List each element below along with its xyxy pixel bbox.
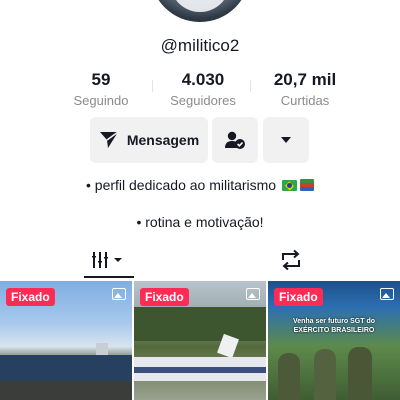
- stat-following-label: Seguindo: [73, 93, 129, 108]
- video-thumbnail[interactable]: Fixado Venha ser futuro SGT do EXÉRCITO …: [268, 281, 400, 400]
- repost-icon: [282, 249, 300, 271]
- bio-line: • rotina e motivação!: [136, 214, 264, 230]
- grid-bars-icon: [92, 252, 122, 268]
- stat-following-value: 59: [91, 70, 111, 89]
- stat-divider: [250, 80, 251, 92]
- video-grid: Fixado Fixado Fixado Venha ser futuro SG…: [0, 281, 400, 400]
- following-button[interactable]: [212, 117, 258, 163]
- video-caption: Venha ser futuro SGT do EXÉRCITO BRASILE…: [292, 318, 376, 334]
- user-check-icon: [225, 131, 245, 149]
- pinned-badge: Fixado: [6, 288, 55, 306]
- stat-divider: [152, 80, 153, 92]
- bio-line: • perfil dedicado ao militarismo: [0, 177, 400, 193]
- books-icon: [299, 179, 314, 191]
- stat-likes-label: Curtidas: [280, 93, 330, 108]
- more-options-button[interactable]: [263, 117, 309, 163]
- bio-line-text: • perfil dedicado ao militarismo: [86, 177, 277, 193]
- pinned-badge: Fixado: [274, 288, 323, 306]
- tab-reposts[interactable]: [266, 242, 316, 278]
- stat-likes-value: 20,7 mil: [273, 70, 337, 89]
- video-thumbnail[interactable]: Fixado: [0, 281, 132, 400]
- stat-followers-value: 4.030: [181, 70, 225, 89]
- photo-icon: [246, 288, 260, 300]
- active-tab-indicator: [84, 276, 134, 278]
- stats-row: 59 Seguindo 4.030 Seguidores 20,7 mil Cu…: [58, 70, 348, 110]
- username: @militico2: [160, 36, 240, 55]
- stat-following[interactable]: 59 Seguindo: [58, 70, 144, 110]
- brazil-flag-icon: [281, 180, 297, 191]
- tab-videos[interactable]: [84, 242, 134, 278]
- photo-icon: [380, 288, 394, 300]
- profile-avatar[interactable]: [150, 0, 250, 22]
- send-icon: [99, 131, 119, 148]
- stat-followers[interactable]: 4.030 Seguidores: [160, 70, 246, 110]
- photo-icon: [112, 288, 126, 300]
- pinned-badge: Fixado: [140, 288, 189, 306]
- message-button-label: Mensagem: [126, 132, 200, 148]
- chevron-down-icon: [281, 137, 291, 143]
- profile-tabs: [0, 242, 400, 278]
- stat-likes[interactable]: 20,7 mil Curtidas: [262, 70, 348, 110]
- video-thumbnail[interactable]: Fixado: [134, 281, 266, 400]
- message-button[interactable]: Mensagem: [90, 117, 208, 163]
- stat-followers-label: Seguidores: [170, 93, 236, 108]
